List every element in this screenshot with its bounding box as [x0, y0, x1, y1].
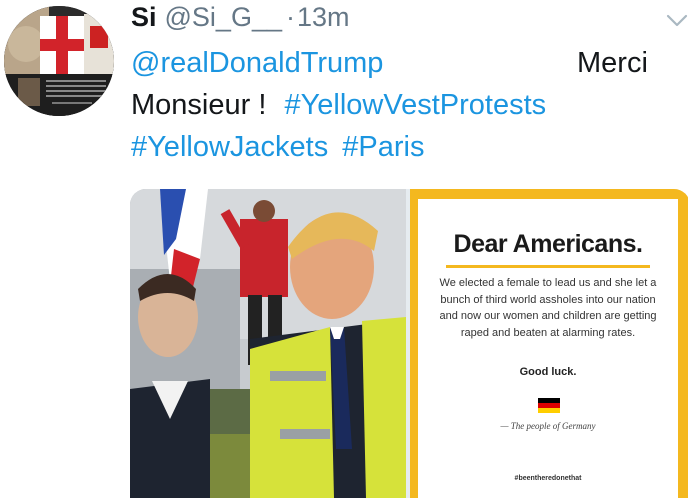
avatar[interactable] [4, 6, 114, 116]
avatar-image [4, 6, 114, 116]
tweet-line-1: @realDonaldTrump Merci [131, 42, 661, 84]
display-name[interactable]: Si [131, 2, 157, 33]
poster-body: We elected a female to lead us and she l… [439, 277, 657, 339]
timestamp[interactable]: 13m [297, 2, 350, 33]
separator-dot: · [285, 2, 295, 32]
user-handle[interactable]: @Si_G__ [165, 2, 282, 33]
poster-good-luck: Good luck. [519, 366, 577, 378]
tweet-header: Si @Si_G__ · 13m [131, 2, 350, 36]
tweet-media[interactable]: Dear Americans. We elected a female to l… [130, 189, 688, 498]
mention-link[interactable]: @realDonaldTrump [131, 47, 383, 79]
poster-content: Dear Americans. We elected a female to l… [418, 199, 678, 498]
text-monsieur: Monsieur ! [131, 89, 267, 121]
text-merci: Merci [577, 47, 648, 79]
tweet-line-2: Monsieur ! #YellowVestProtests [131, 84, 661, 126]
photo-image [130, 189, 406, 498]
tweet-text: @realDonaldTrump Merci Monsieur ! #Yello… [131, 42, 661, 168]
tweet-line-3: #YellowJackets #Paris [131, 126, 661, 168]
hashtag-link[interactable]: #YellowVestProtests [284, 89, 546, 121]
hashtag-link[interactable]: #Paris [342, 131, 424, 163]
poster-title: Dear Americans. [453, 230, 643, 258]
poster-footer-hashtag: #beentheredonethat [514, 475, 582, 482]
poster-image[interactable]: Dear Americans. We elected a female to l… [410, 189, 688, 498]
germany-flag-icon [538, 398, 560, 413]
poster-signature: — The people of Germany [500, 421, 596, 431]
chevron-down-icon[interactable] [663, 6, 688, 34]
title-underline [446, 265, 650, 268]
photo-thumbnail[interactable] [130, 189, 406, 498]
hashtag-link[interactable]: #YellowJackets [131, 131, 328, 163]
